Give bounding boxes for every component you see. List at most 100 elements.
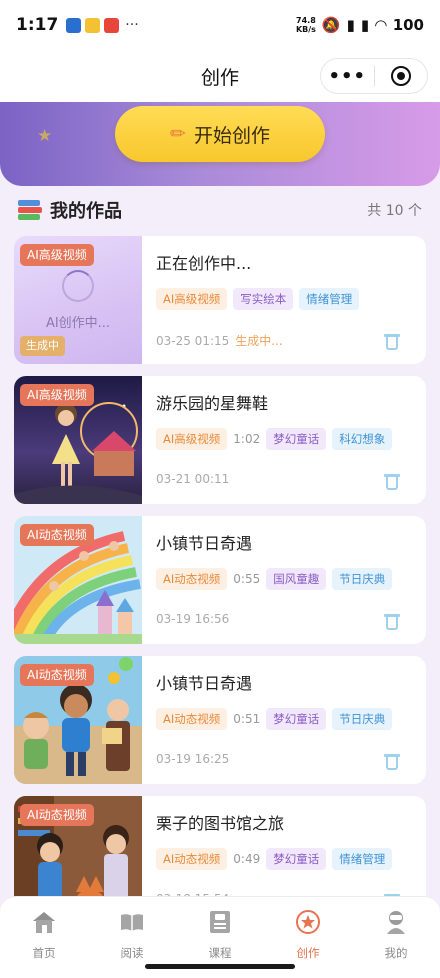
work-title: 小镇节日奇遇: [156, 674, 253, 693]
mini-program-capsule: •••: [320, 58, 428, 94]
network-speed-value: 74.8: [296, 16, 316, 25]
video-type-badge: AI动态视频: [20, 524, 94, 546]
work-date: 03-25 01:15: [156, 334, 230, 348]
delete-icon[interactable]: [384, 472, 400, 490]
create-banner: ★ ✏ 开始创作: [0, 102, 440, 186]
work-card[interactable]: AI高级视频 游乐园的星舞鞋 AI高级视频 1:02 梦幻童话 科幻想象 03-…: [14, 376, 426, 504]
work-tags: AI高级视频 写实绘本 情绪管理: [156, 288, 360, 310]
tag-style: 梦幻童话: [266, 848, 327, 870]
status-bar: 1:17 ··· 74.8 KB/s 🔕 ▮ ▮ ◠ 100: [0, 0, 440, 50]
work-date: 03-21 00:11: [156, 472, 230, 486]
delete-icon[interactable]: [384, 332, 400, 350]
tag-theme: 情绪管理: [299, 288, 360, 310]
work-title: 栗子的图书馆之旅: [156, 814, 285, 833]
course-icon: [210, 911, 230, 933]
book-icon: [121, 914, 143, 931]
video-type-badge: AI动态视频: [20, 664, 94, 686]
tab-label-course: 课程: [208, 946, 232, 960]
work-title: 游乐园的星舞鞋: [156, 394, 269, 413]
more-notifications-icon: ···: [125, 17, 139, 33]
delete-icon[interactable]: [384, 612, 400, 630]
tab-label-profile: 我的: [384, 946, 408, 960]
tab-label-home: 首页: [32, 946, 56, 960]
work-duration: 1:02: [233, 432, 261, 446]
tab-profile[interactable]: 我的: [352, 897, 440, 978]
profile-icon: [387, 911, 405, 934]
generating-badge: 生成中: [20, 336, 65, 356]
work-thumbnail: AI动态视频: [14, 516, 142, 644]
work-duration: 0:51: [233, 712, 261, 726]
target-icon: [390, 66, 411, 86]
video-type-badge: AI高级视频: [20, 384, 94, 406]
work-duration: 0:55: [233, 572, 261, 586]
tag-style: 梦幻童话: [266, 708, 327, 730]
tag-video-type: AI动态视频: [156, 848, 228, 870]
more-menu-icon[interactable]: •••: [321, 66, 374, 87]
tag-video-type: AI动态视频: [156, 568, 228, 590]
tag-style: 写实绘本: [233, 288, 294, 310]
network-speed-unit: KB/s: [295, 25, 316, 34]
tab-label-read: 阅读: [120, 946, 144, 960]
work-thumbnail: AI高级视频: [14, 376, 142, 504]
work-date-line: 03-25 01:15 生成中...: [156, 332, 283, 349]
battery-level: 100: [392, 16, 424, 34]
loading-spinner-icon: [62, 270, 94, 302]
works-count: 共 10 个: [367, 203, 422, 219]
work-thumbnail: AI创作中... 生成中 AI高级视频: [14, 236, 142, 364]
tag-style: 国风童趣: [266, 568, 327, 590]
start-create-label: 开始创作: [193, 124, 270, 147]
tag-video-type: AI高级视频: [156, 428, 228, 450]
work-info: 正在创作中... AI高级视频 写实绘本 情绪管理 03-25 01:15 生成中…: [156, 236, 418, 364]
tag-video-type: AI动态视频: [156, 708, 228, 730]
signal-icon: ▮: [346, 16, 355, 34]
tab-home[interactable]: 首页: [0, 897, 88, 978]
close-mini-program-button[interactable]: [375, 66, 428, 86]
work-status: 生成中...: [235, 334, 283, 348]
tab-label-create: 创作: [296, 946, 320, 960]
work-thumbnail: AI动态视频: [14, 656, 142, 784]
sigma-app-icon: [66, 17, 82, 33]
tag-theme: 情绪管理: [332, 848, 393, 870]
work-tags: AI动态视频 0:55 国风童趣 节日庆典: [156, 568, 393, 590]
status-right: 74.8 KB/s 🔕 ▮ ▮ ◠ 100: [296, 16, 424, 34]
work-tags: AI动态视频 0:49 梦幻童话 情绪管理: [156, 848, 393, 870]
tag-theme: 科幻想象: [332, 428, 393, 450]
creating-text: AI创作中...: [45, 316, 111, 331]
start-create-button[interactable]: ✏ 开始创作: [115, 106, 325, 162]
work-info: 游乐园的星舞鞋 AI高级视频 1:02 梦幻童话 科幻想象 03-21 00:1…: [156, 376, 418, 504]
home-icon: [33, 912, 55, 933]
pencil-icon: ✏: [170, 123, 186, 145]
tag-style: 梦幻童话: [266, 428, 327, 450]
page-header: 创作 •••: [0, 50, 440, 102]
video-type-badge: AI高级视频: [20, 244, 94, 266]
delete-icon[interactable]: [384, 752, 400, 770]
tag-theme: 节日庆典: [332, 568, 393, 590]
page-title: 创作: [200, 66, 239, 89]
message-app-icon: [85, 17, 101, 33]
video-app-icon: [104, 17, 120, 33]
work-duration: 0:49: [233, 852, 261, 866]
status-time: 1:17: [16, 15, 59, 35]
work-tags: AI高级视频 1:02 梦幻童话 科幻想象: [156, 428, 393, 450]
work-card-creating[interactable]: AI创作中... 生成中 AI高级视频 正在创作中... AI高级视频 写实绘本…: [14, 236, 426, 364]
wifi-icon: ◠: [375, 16, 387, 34]
work-card[interactable]: AI动态视频 小镇节日奇遇 AI动态视频 0:51 梦幻童话 节日庆典 03-1…: [14, 656, 426, 784]
work-date: 03-19 16:25: [156, 752, 230, 766]
work-info: 小镇节日奇遇 AI动态视频 0:55 国风童趣 节日庆典 03-19 16:56: [156, 516, 418, 644]
work-title: 正在创作中...: [156, 254, 252, 273]
work-title: 小镇节日奇遇: [156, 534, 253, 553]
tag-video-type: AI高级视频: [156, 288, 228, 310]
video-type-badge: AI动态视频: [20, 804, 94, 826]
work-tags: AI动态视频 0:51 梦幻童话 节日庆典: [156, 708, 393, 730]
works-title: 我的作品: [50, 201, 122, 222]
signal-2-icon: ▮: [360, 16, 370, 34]
home-indicator: [145, 964, 295, 969]
work-date: 03-19 16:56: [156, 612, 230, 626]
work-card[interactable]: AI动态视频 小镇节日奇遇 AI动态视频 0:55 国风童趣 节日庆典 03-1…: [14, 516, 426, 644]
work-info: 小镇节日奇遇 AI动态视频 0:51 梦幻童话 节日庆典 03-19 16:25: [156, 656, 418, 784]
network-speed: 74.8 KB/s: [296, 16, 316, 34]
works-section-header: 我的作品 共 10 个: [18, 196, 422, 224]
books-icon: [18, 199, 42, 221]
mute-icon: 🔕: [321, 16, 341, 34]
create-icon: [296, 910, 320, 934]
